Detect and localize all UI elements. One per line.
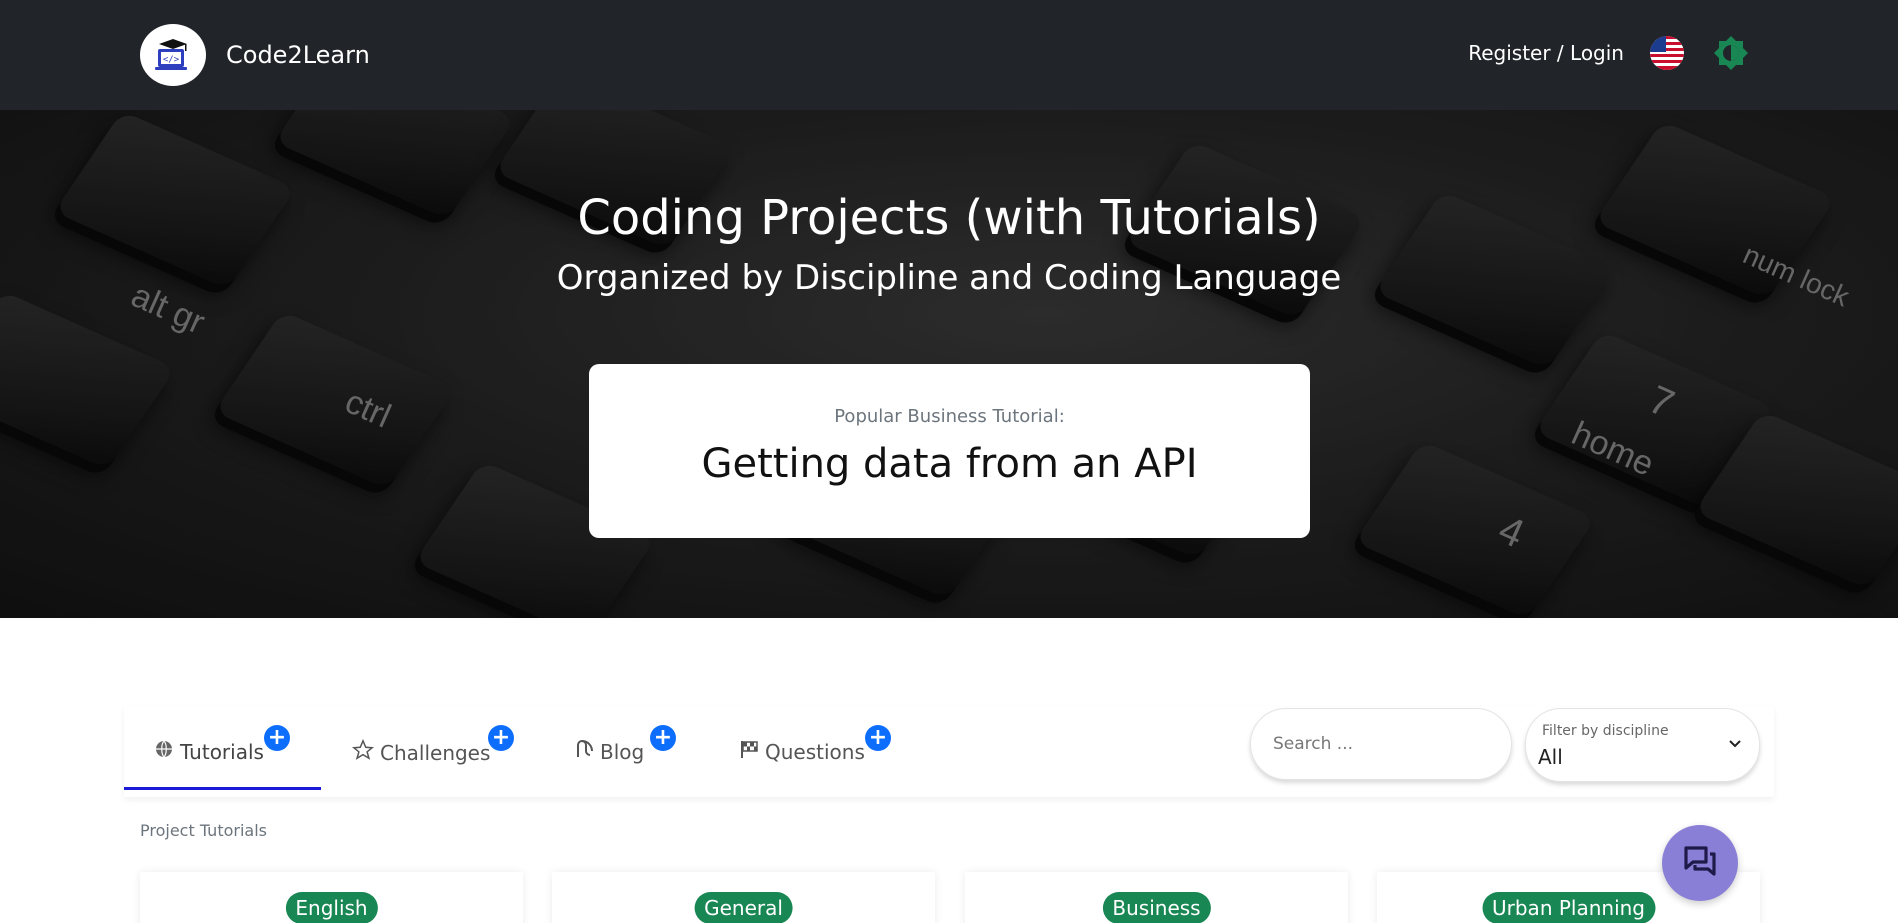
discipline-badge: Business <box>1102 892 1211 923</box>
section-label: Project Tutorials <box>140 821 267 840</box>
hero-subtitle: Organized by Discipline and Coding Langu… <box>556 258 1342 298</box>
discipline-badge: General <box>694 892 793 923</box>
hero-section: alt gr ctrl num lock home 7 4 Coding Pro… <box>0 110 1898 618</box>
tab-label: Questions <box>765 739 865 764</box>
popular-tutorial-card[interactable]: Popular Business Tutorial: Getting data … <box>589 364 1310 538</box>
chat-icon <box>1681 842 1719 884</box>
discipline-badge: Urban Planning <box>1482 892 1655 923</box>
discipline-filter-select[interactable]: Filter by discipline All <box>1525 708 1760 782</box>
nav-right: Register / Login <box>1468 34 1750 72</box>
filter-value: All <box>1538 745 1563 769</box>
discipline-badge: English <box>285 892 378 923</box>
flag-icon <box>739 739 765 764</box>
tab-label: Blog <box>600 739 645 764</box>
brand-link[interactable]: </> Code2Learn <box>140 24 370 86</box>
add-blog-button[interactable]: + <box>650 725 676 751</box>
hero-title: Coding Projects (with Tutorials) <box>577 190 1321 246</box>
tab-tutorials[interactable]: Tutorials + <box>154 725 290 764</box>
active-tab-indicator <box>124 787 321 790</box>
tab-questions[interactable]: Questions + <box>739 725 891 764</box>
register-login-link[interactable]: Register / Login <box>1468 41 1624 65</box>
navbar: </> Code2Learn Register / Login <box>0 0 1898 110</box>
tab-label: Tutorials <box>180 739 264 764</box>
brand-name: Code2Learn <box>226 41 370 69</box>
add-challenge-button[interactable]: + <box>488 725 514 751</box>
popular-title[interactable]: Getting data from an API <box>589 441 1310 487</box>
popular-label: Popular Business Tutorial: <box>834 406 1065 427</box>
tutorial-card[interactable]: English <box>140 872 523 923</box>
search-input[interactable] <box>1250 708 1512 780</box>
tutorial-card[interactable]: General <box>552 872 935 923</box>
us-flag-icon[interactable] <box>1650 36 1684 70</box>
globe-icon <box>154 739 180 764</box>
tab-label: Challenges <box>380 740 491 765</box>
filter-label: Filter by discipline <box>1542 723 1669 739</box>
svg-text:</>: </> <box>163 55 180 65</box>
tutorial-card[interactable]: Business <box>965 872 1348 923</box>
tab-challenges[interactable]: Challenges + <box>351 725 514 766</box>
chat-button[interactable] <box>1662 825 1738 901</box>
add-question-button[interactable]: + <box>865 725 891 751</box>
blog-icon <box>574 739 600 764</box>
chevron-down-icon <box>1727 735 1743 755</box>
theme-toggle-icon[interactable] <box>1712 34 1750 72</box>
tab-blog[interactable]: Blog + <box>574 725 676 764</box>
star-icon <box>351 738 380 766</box>
logo-icon: </> <box>140 24 206 86</box>
add-tutorial-button[interactable]: + <box>264 725 290 751</box>
